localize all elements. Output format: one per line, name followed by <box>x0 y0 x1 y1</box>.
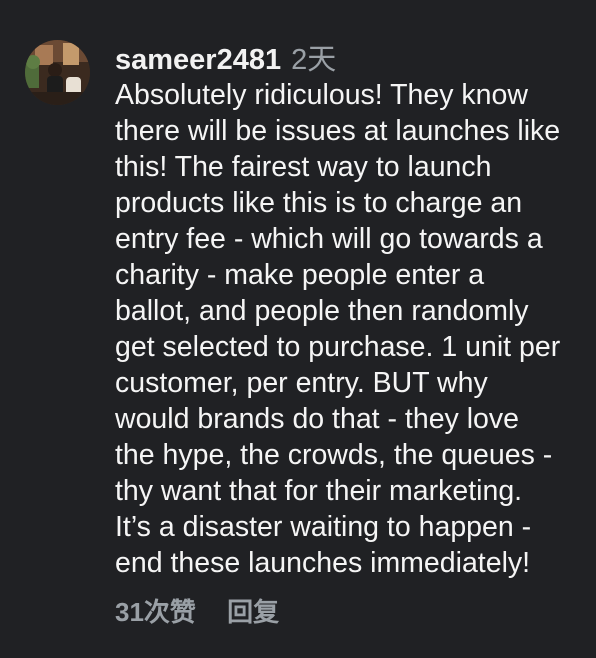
like-count-button[interactable]: 31次赞 <box>115 597 196 627</box>
avatar[interactable] <box>25 40 90 105</box>
comment-line: would brands do that - they love <box>115 403 519 435</box>
comment-line: customer, per entry. BUT why <box>115 367 488 399</box>
comment-line: thy want that for their marketing. <box>115 475 523 507</box>
comment-line: the hype, the crowds, the queues - <box>115 439 553 471</box>
comment-line: entry fee - which will go towards a <box>115 223 543 255</box>
username[interactable]: sameer2481 <box>115 44 281 76</box>
comment-line: end these launches immediately! <box>115 547 531 579</box>
comment-item: sameer2481 2天 Absolutely ridiculous! The… <box>0 0 596 658</box>
comment-line: there will be issues at launches like <box>115 115 561 147</box>
comment-line: Absolutely ridiculous! They know <box>115 79 528 111</box>
comment-line: products like this is to charge an <box>115 187 523 219</box>
comment-header: sameer2481 2天 <box>115 38 336 82</box>
reply-button[interactable]: 回复 <box>227 597 279 627</box>
comment-line: charity - make people enter a <box>115 259 485 291</box>
avatar-photo-icon <box>25 40 90 105</box>
comment-line: this! The fairest way to launch <box>115 151 492 183</box>
comment-text: Absolutely ridiculous! They know there w… <box>115 77 596 581</box>
comment-line: ballot, and people then randomly <box>115 295 529 327</box>
comment-line: get selected to purchase. 1 unit per <box>115 331 561 363</box>
comment-line: It’s a disaster waiting to happen - <box>115 511 532 543</box>
comment-actions: 31次赞 回复 <box>115 592 279 632</box>
timestamp: 2天 <box>291 44 337 76</box>
